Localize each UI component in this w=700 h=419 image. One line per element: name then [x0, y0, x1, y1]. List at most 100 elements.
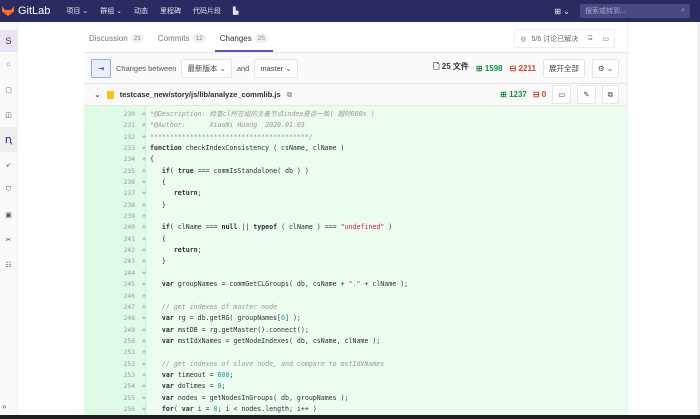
line-number[interactable]: 253: [84, 370, 135, 381]
changes-between-label: Changes between: [116, 63, 177, 73]
tab-commits[interactable]: Commits 12: [153, 34, 211, 52]
line-number[interactable]: 238: [84, 200, 135, 211]
line-number[interactable]: 239: [84, 211, 135, 222]
project-avatar[interactable]: S: [0, 30, 17, 52]
chart-icon[interactable]: ▙: [233, 7, 238, 15]
diff-toolbar: ⇥ Changes between 最新版本 ⌄ and master ⌄ 🗋 …: [84, 53, 627, 84]
file-path[interactable]: testcase_new/story/js/lib/analyze_commli…: [120, 90, 281, 99]
file-additions: ⊞ 1237: [500, 90, 527, 99]
nav-snippets[interactable]: 代码片段: [193, 6, 221, 16]
comment-icon[interactable]: ▭: [597, 35, 614, 43]
added-marker: +: [142, 325, 146, 334]
line-number[interactable]: 241: [84, 234, 135, 245]
line-number[interactable]: 242: [84, 245, 135, 256]
line-number[interactable]: 246: [84, 291, 135, 302]
added-marker: +: [142, 223, 146, 232]
plus-square-icon[interactable]: ⊞ ⌄: [554, 7, 570, 16]
comment-button[interactable]: ▭: [552, 85, 572, 104]
nav-activity[interactable]: 动态: [134, 6, 148, 16]
issues-icon[interactable]: ◫: [0, 102, 17, 127]
copy-path-icon[interactable]: ⧉: [287, 90, 293, 100]
code-text: var mstDB = rg.getMaster().connect();: [161, 325, 309, 334]
line-number[interactable]: 247: [84, 302, 135, 313]
file-count: 🗋 25 文件: [433, 61, 469, 75]
members-icon[interactable]: ☷: [0, 252, 17, 277]
diff-line: 255 + var nodes = getNodesInGroups( db, g…: [84, 393, 627, 404]
version-dropdown[interactable]: 最新版本 ⌄: [181, 58, 232, 78]
added-marker: +: [142, 302, 146, 311]
search-placeholder: 搜索或转到...: [585, 8, 626, 15]
merge-request-icon[interactable]: ꞑ: [0, 127, 17, 152]
line-number[interactable]: 234: [84, 154, 135, 165]
deletions-count: ⊟ 2211: [509, 63, 536, 73]
rocket-icon[interactable]: ➶: [0, 152, 17, 177]
snippets-icon[interactable]: ✂: [0, 227, 17, 252]
line-number[interactable]: 255: [84, 393, 135, 404]
added-marker: +: [142, 348, 146, 357]
added-marker: +: [142, 212, 146, 221]
line-number[interactable]: 249: [84, 325, 135, 336]
toggle-file-tree-button[interactable]: ⇥: [91, 58, 111, 78]
line-number[interactable]: 248: [84, 313, 135, 324]
line-number[interactable]: 235: [84, 166, 135, 177]
additions-value: 1598: [484, 63, 503, 73]
expand-all-button[interactable]: 展开全部: [542, 58, 585, 78]
added-marker: +: [142, 280, 146, 289]
code-text: var doTimes = 0;: [161, 382, 226, 391]
added-marker: +: [142, 370, 146, 379]
diff-line: 238 + }: [84, 200, 627, 211]
project-sidebar: S ⌂ ▢ ◫ ꞑ ➶ ⛉ ▣ ✂ ☷ »: [0, 22, 18, 415]
file-count-text: 25 文件: [441, 62, 469, 71]
file-deletions: ⊟ 0: [532, 90, 547, 99]
line-number[interactable]: 236: [84, 177, 135, 188]
line-number[interactable]: 233: [84, 143, 135, 154]
added-marker: +: [142, 132, 146, 141]
jump-unresolved-icon[interactable]: ⍈: [583, 35, 597, 43]
wiki-icon[interactable]: ▣: [0, 202, 17, 227]
line-number[interactable]: 240: [84, 222, 135, 233]
ci-icon[interactable]: ⛉: [0, 177, 17, 202]
diff-line: 236 + {: [84, 177, 627, 188]
added-marker: +: [142, 336, 146, 345]
diff-line: 241 + {: [84, 234, 627, 245]
line-number[interactable]: 252: [84, 359, 135, 370]
tab-discussion[interactable]: Discussion 21: [84, 34, 149, 52]
added-marker: +: [142, 246, 146, 255]
gitlab-logo[interactable]: GitLab: [0, 5, 50, 17]
collapse-chevron-icon[interactable]: ⌄: [94, 90, 101, 99]
nav-projects[interactable]: 项目 ⌄: [66, 6, 88, 16]
os-taskbar: [0, 415, 700, 419]
right-panel: [627, 22, 700, 415]
added-marker: +: [142, 382, 146, 391]
line-number[interactable]: 243: [84, 256, 135, 267]
target-branch-dropdown[interactable]: master ⌄: [254, 58, 298, 78]
view-file-button[interactable]: ⧉: [601, 85, 619, 104]
added-marker: +: [142, 155, 146, 164]
line-number[interactable]: 256: [84, 404, 135, 415]
edit-button[interactable]: ✎: [577, 85, 596, 104]
code-text: var rg = db.getRG( groupNames[0] );: [161, 314, 301, 323]
line-number[interactable]: 245: [84, 279, 135, 290]
repository-icon[interactable]: ▢: [0, 77, 17, 102]
settings-dropdown[interactable]: ⚙ ⌄: [591, 58, 619, 78]
home-icon[interactable]: ⌂: [0, 52, 17, 77]
line-number[interactable]: 250: [84, 336, 135, 347]
code-text: {: [150, 234, 166, 243]
code-text: *@Description: 检查cl所在组的主备节点index是否一致( 超时…: [150, 110, 375, 118]
code-text: return;: [173, 246, 202, 255]
search-input[interactable]: 搜索或转到... ⌕: [580, 4, 690, 18]
code-text: return;: [173, 189, 202, 198]
line-number[interactable]: 231: [84, 120, 135, 131]
line-number[interactable]: 230: [84, 109, 135, 120]
line-number[interactable]: 254: [84, 381, 135, 392]
nav-groups[interactable]: 群组 ⌄: [100, 6, 122, 16]
line-number[interactable]: 244: [84, 268, 135, 279]
line-number[interactable]: 237: [84, 188, 135, 199]
file-header: ⌄ testcase_new/story/js/lib/analyze_comm…: [84, 84, 627, 106]
line-number[interactable]: 232: [84, 132, 135, 143]
tab-changes[interactable]: Changes 25: [214, 34, 273, 52]
nav-milestones[interactable]: 里程碑: [160, 6, 181, 16]
expand-sidebar-icon[interactable]: »: [2, 402, 6, 411]
line-number[interactable]: 251: [84, 347, 135, 358]
diff-content: 230 + *@Description: 检查cl所在组的主备节点index是否一致…: [84, 106, 627, 415]
